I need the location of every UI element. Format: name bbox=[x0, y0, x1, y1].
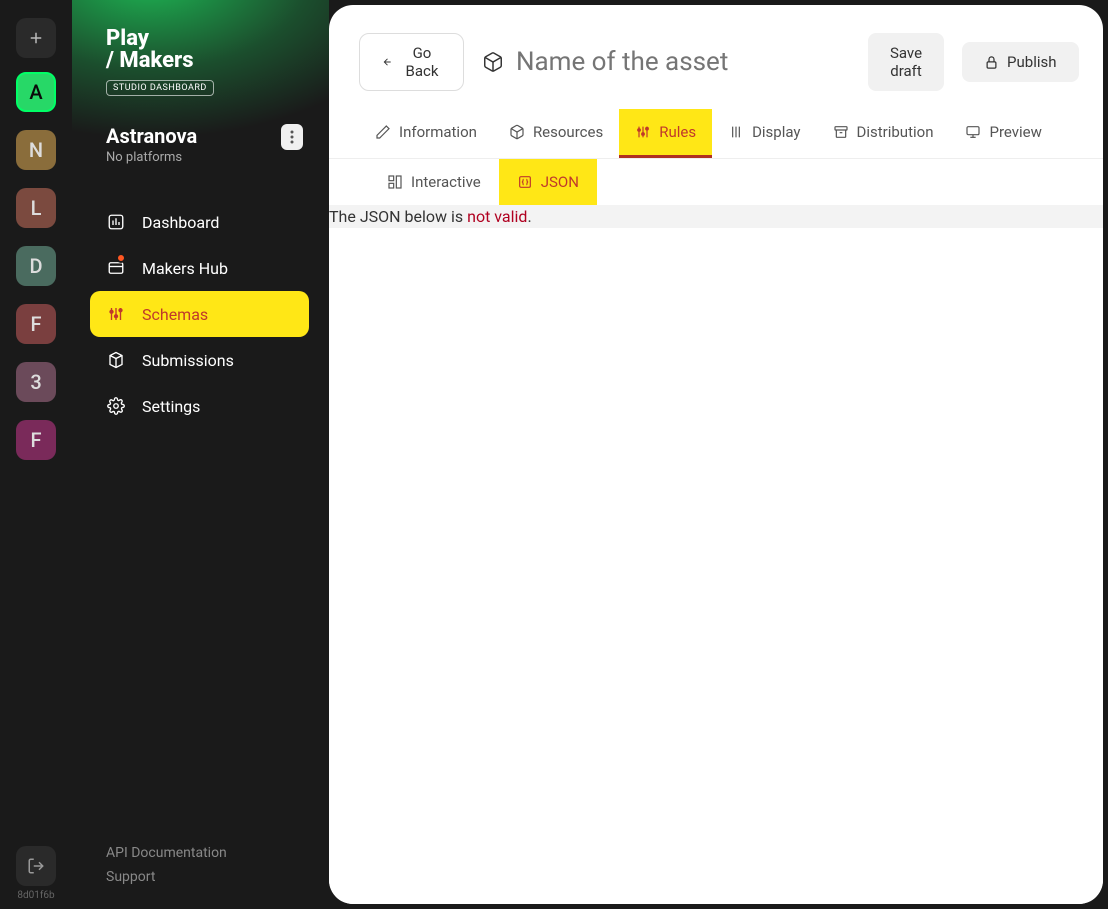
tab-display[interactable]: Display bbox=[712, 109, 816, 158]
sidebar-item-label: Dashboard bbox=[142, 213, 219, 232]
cube-icon bbox=[482, 51, 504, 73]
studio-subtitle: No platforms bbox=[106, 150, 197, 165]
arrow-left-icon bbox=[382, 54, 393, 70]
workspace-item-f-4[interactable]: F bbox=[16, 304, 56, 344]
tab-label: Resources bbox=[533, 123, 603, 141]
subtab-json[interactable]: JSON bbox=[499, 159, 597, 205]
studio-name: Astranova bbox=[106, 124, 197, 148]
workspace-rail: ANLDF3F 8d01f6b bbox=[0, 0, 72, 909]
main-tabs: Information Resources Rules Display Distribu… bbox=[329, 109, 1103, 159]
edit-icon bbox=[375, 124, 391, 140]
tab-label: Distribution bbox=[857, 123, 934, 141]
logout-button[interactable] bbox=[16, 846, 56, 886]
workspace-item-3-5[interactable]: 3 bbox=[16, 362, 56, 402]
save-draft-button[interactable]: Save draft bbox=[868, 33, 944, 91]
subtab-label: JSON bbox=[541, 173, 579, 191]
subtab-label: Interactive bbox=[411, 173, 481, 191]
publish-button[interactable]: Publish bbox=[962, 42, 1078, 82]
api-docs-link[interactable]: API Documentation bbox=[106, 845, 309, 861]
braces-icon bbox=[517, 174, 533, 190]
monitor-icon bbox=[965, 124, 981, 140]
sidebar-item-label: Makers Hub bbox=[142, 259, 228, 278]
tab-information[interactable]: Information bbox=[359, 109, 493, 158]
archive-icon bbox=[833, 124, 849, 140]
sidebar-item-label: Submissions bbox=[142, 351, 234, 370]
go-back-button[interactable]: Go Back bbox=[359, 33, 464, 91]
sidebar: Play / Makers STUDIO DASHBOARD Astranova… bbox=[72, 0, 329, 909]
sliders-icon bbox=[107, 305, 125, 323]
bars-icon bbox=[728, 124, 744, 140]
logout-icon bbox=[27, 857, 45, 875]
workspace-item-f-6[interactable]: F bbox=[16, 420, 56, 460]
json-editor-area[interactable] bbox=[329, 228, 1103, 904]
cube-icon bbox=[509, 124, 525, 140]
workspace-item-l-2[interactable]: L bbox=[16, 188, 56, 228]
tab-distribution[interactable]: Distribution bbox=[817, 109, 950, 158]
sidebar-item-schemas[interactable]: Schemas bbox=[90, 291, 309, 337]
layout-icon bbox=[387, 174, 403, 190]
tab-label: Display bbox=[752, 123, 800, 141]
subtab-interactive[interactable]: Interactive bbox=[369, 159, 499, 205]
main-panel: Go Back Save draft Publish Information Re… bbox=[329, 5, 1103, 904]
notification-badge bbox=[116, 253, 126, 263]
workspace-item-d-3[interactable]: D bbox=[16, 246, 56, 286]
brand-logo: Play / Makers STUDIO DASHBOARD bbox=[106, 28, 309, 96]
inbox-icon bbox=[107, 351, 125, 369]
sidebar-item-label: Settings bbox=[142, 397, 200, 416]
tab-label: Preview bbox=[989, 123, 1041, 141]
support-link[interactable]: Support bbox=[106, 869, 309, 885]
sidebar-item-makers-hub[interactable]: Makers Hub bbox=[90, 245, 309, 291]
tab-rules[interactable]: Rules bbox=[619, 109, 712, 158]
sidebar-item-settings[interactable]: Settings bbox=[90, 383, 309, 429]
invalid-text: not valid bbox=[467, 207, 527, 226]
dashboard-badge: STUDIO DASHBOARD bbox=[106, 80, 214, 96]
tab-label: Rules bbox=[659, 123, 696, 141]
add-workspace-button[interactable] bbox=[16, 18, 56, 58]
tab-label: Information bbox=[399, 123, 477, 141]
bar-icon bbox=[107, 213, 125, 231]
sub-tabs: Interactive JSON bbox=[329, 159, 1103, 205]
asset-name-input[interactable] bbox=[516, 47, 850, 77]
json-status-bar: The JSON below is not valid. bbox=[329, 205, 1103, 228]
dots-vertical-icon bbox=[290, 130, 294, 144]
workspace-item-a-0[interactable]: A bbox=[16, 72, 56, 112]
sidebar-item-submissions[interactable]: Submissions bbox=[90, 337, 309, 383]
sidebar-item-dashboard[interactable]: Dashboard bbox=[90, 199, 309, 245]
build-hash: 8d01f6b bbox=[17, 890, 54, 901]
gear-icon bbox=[107, 397, 125, 415]
studio-menu-button[interactable] bbox=[281, 124, 303, 150]
sidebar-nav: Dashboard Makers Hub Schemas Submissions Set… bbox=[90, 199, 309, 429]
lock-icon bbox=[984, 55, 999, 70]
sliders-icon bbox=[635, 124, 651, 140]
plus-icon bbox=[27, 29, 45, 47]
sidebar-item-label: Schemas bbox=[142, 305, 208, 324]
tab-preview[interactable]: Preview bbox=[949, 109, 1057, 158]
tab-resources[interactable]: Resources bbox=[493, 109, 619, 158]
workspace-item-n-1[interactable]: N bbox=[16, 130, 56, 170]
